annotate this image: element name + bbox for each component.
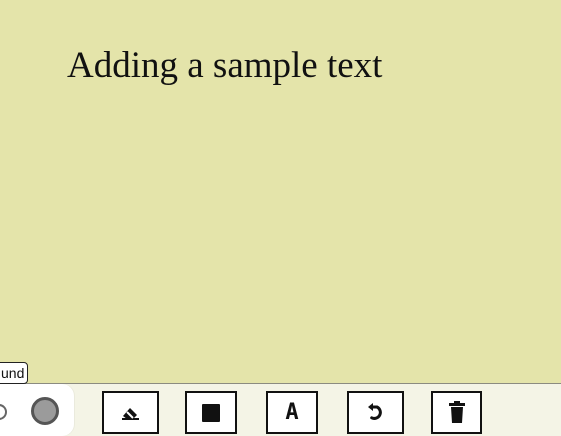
shape-button[interactable] <box>185 391 237 434</box>
trash-icon <box>439 394 474 431</box>
tooltip: und <box>0 362 29 384</box>
delete-button[interactable] <box>431 391 482 434</box>
selected-color-swatch[interactable] <box>31 397 59 425</box>
eraser-button[interactable] <box>102 391 159 434</box>
square-icon <box>193 394 229 431</box>
canvas-text[interactable]: Adding a sample text <box>67 44 382 88</box>
undo-button[interactable] <box>347 391 404 434</box>
undo-icon <box>355 394 396 431</box>
eraser-icon <box>110 394 151 431</box>
drawing-canvas[interactable]: Adding a sample text <box>0 0 561 384</box>
text-tool-label: A <box>285 399 299 425</box>
text-button[interactable]: A <box>266 391 318 434</box>
text-icon: A <box>274 394 310 431</box>
